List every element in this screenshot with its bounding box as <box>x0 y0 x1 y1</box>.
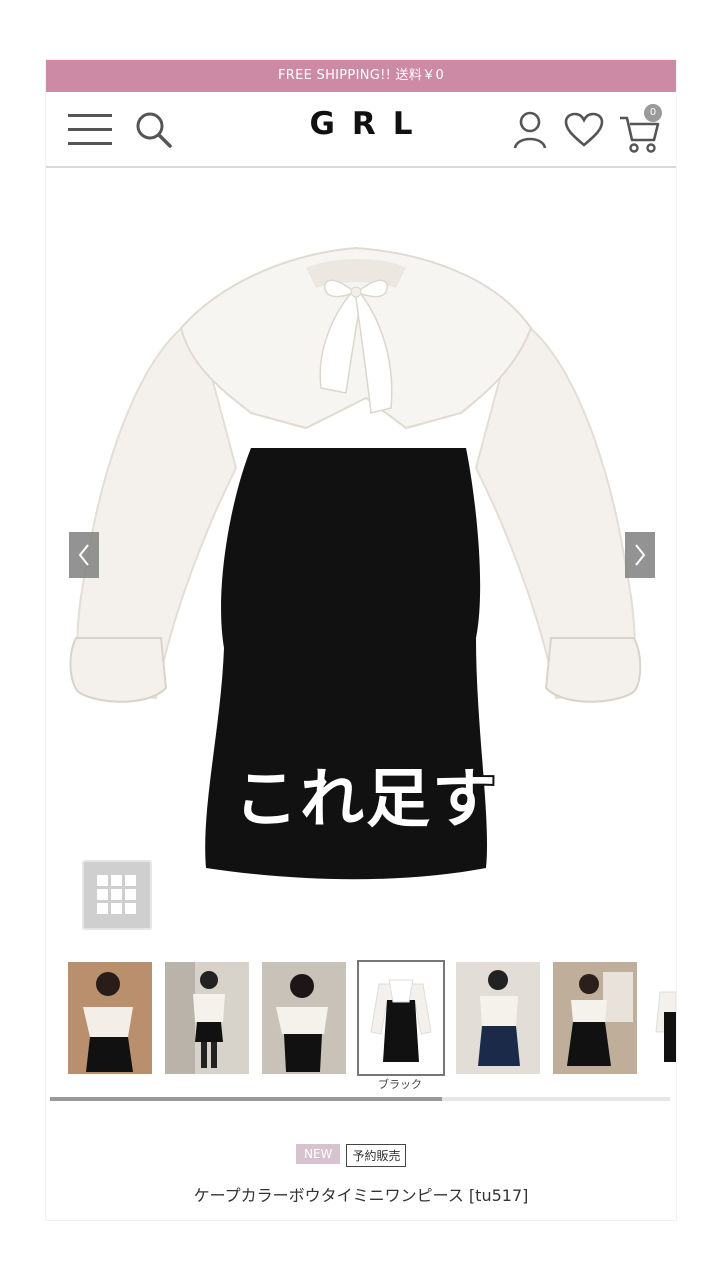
product-hero-image[interactable]: これ足す <box>46 168 676 1008</box>
thumbnail-strip: ブラック <box>46 958 676 1096</box>
selected-color-label: ブラック <box>378 1078 422 1091</box>
next-image-button[interactable] <box>625 532 655 578</box>
thumbnail-5[interactable] <box>456 962 540 1074</box>
thumbnail-1[interactable] <box>68 962 152 1074</box>
promo-banner[interactable]: FREE SHIPPING!! 送料￥0 <box>46 60 676 92</box>
site-header: GRL 0 <box>46 92 676 168</box>
product-title: ケープカラーボウタイミニワンピース [tu517] <box>193 1186 529 1205</box>
thumbnail-6[interactable] <box>553 962 637 1074</box>
prev-image-button[interactable] <box>69 532 99 578</box>
thumbnail-scrollbar[interactable] <box>50 1097 670 1101</box>
thumbnail-2[interactable] <box>165 962 249 1074</box>
promo-text: FREE SHIPPING!! 送料￥0 <box>277 68 445 83</box>
thumbnail-7[interactable] <box>650 962 676 1074</box>
overlay-caption: これ足す <box>232 761 498 839</box>
scrollbar-thumb[interactable] <box>50 1097 442 1101</box>
chevron-left-icon <box>78 544 89 566</box>
cart-count-badge: 0 <box>644 104 662 122</box>
page-frame: FREE SHIPPING!! 送料￥0 GRL 0 これ足す ブラック NEW… <box>46 60 676 1220</box>
heart-icon[interactable] <box>564 112 604 148</box>
thumbnail-4-selected[interactable] <box>357 960 445 1076</box>
new-badge: NEW <box>296 1144 341 1164</box>
grid-icon <box>97 875 136 914</box>
account-icon[interactable] <box>512 110 548 150</box>
preorder-badge: 予約販売 <box>346 1144 407 1167</box>
product-badges: NEW 予約販売 <box>296 1144 407 1168</box>
chevron-right-icon <box>635 544 646 566</box>
thumbnail-3[interactable] <box>262 962 346 1074</box>
grid-view-button[interactable] <box>82 860 152 930</box>
